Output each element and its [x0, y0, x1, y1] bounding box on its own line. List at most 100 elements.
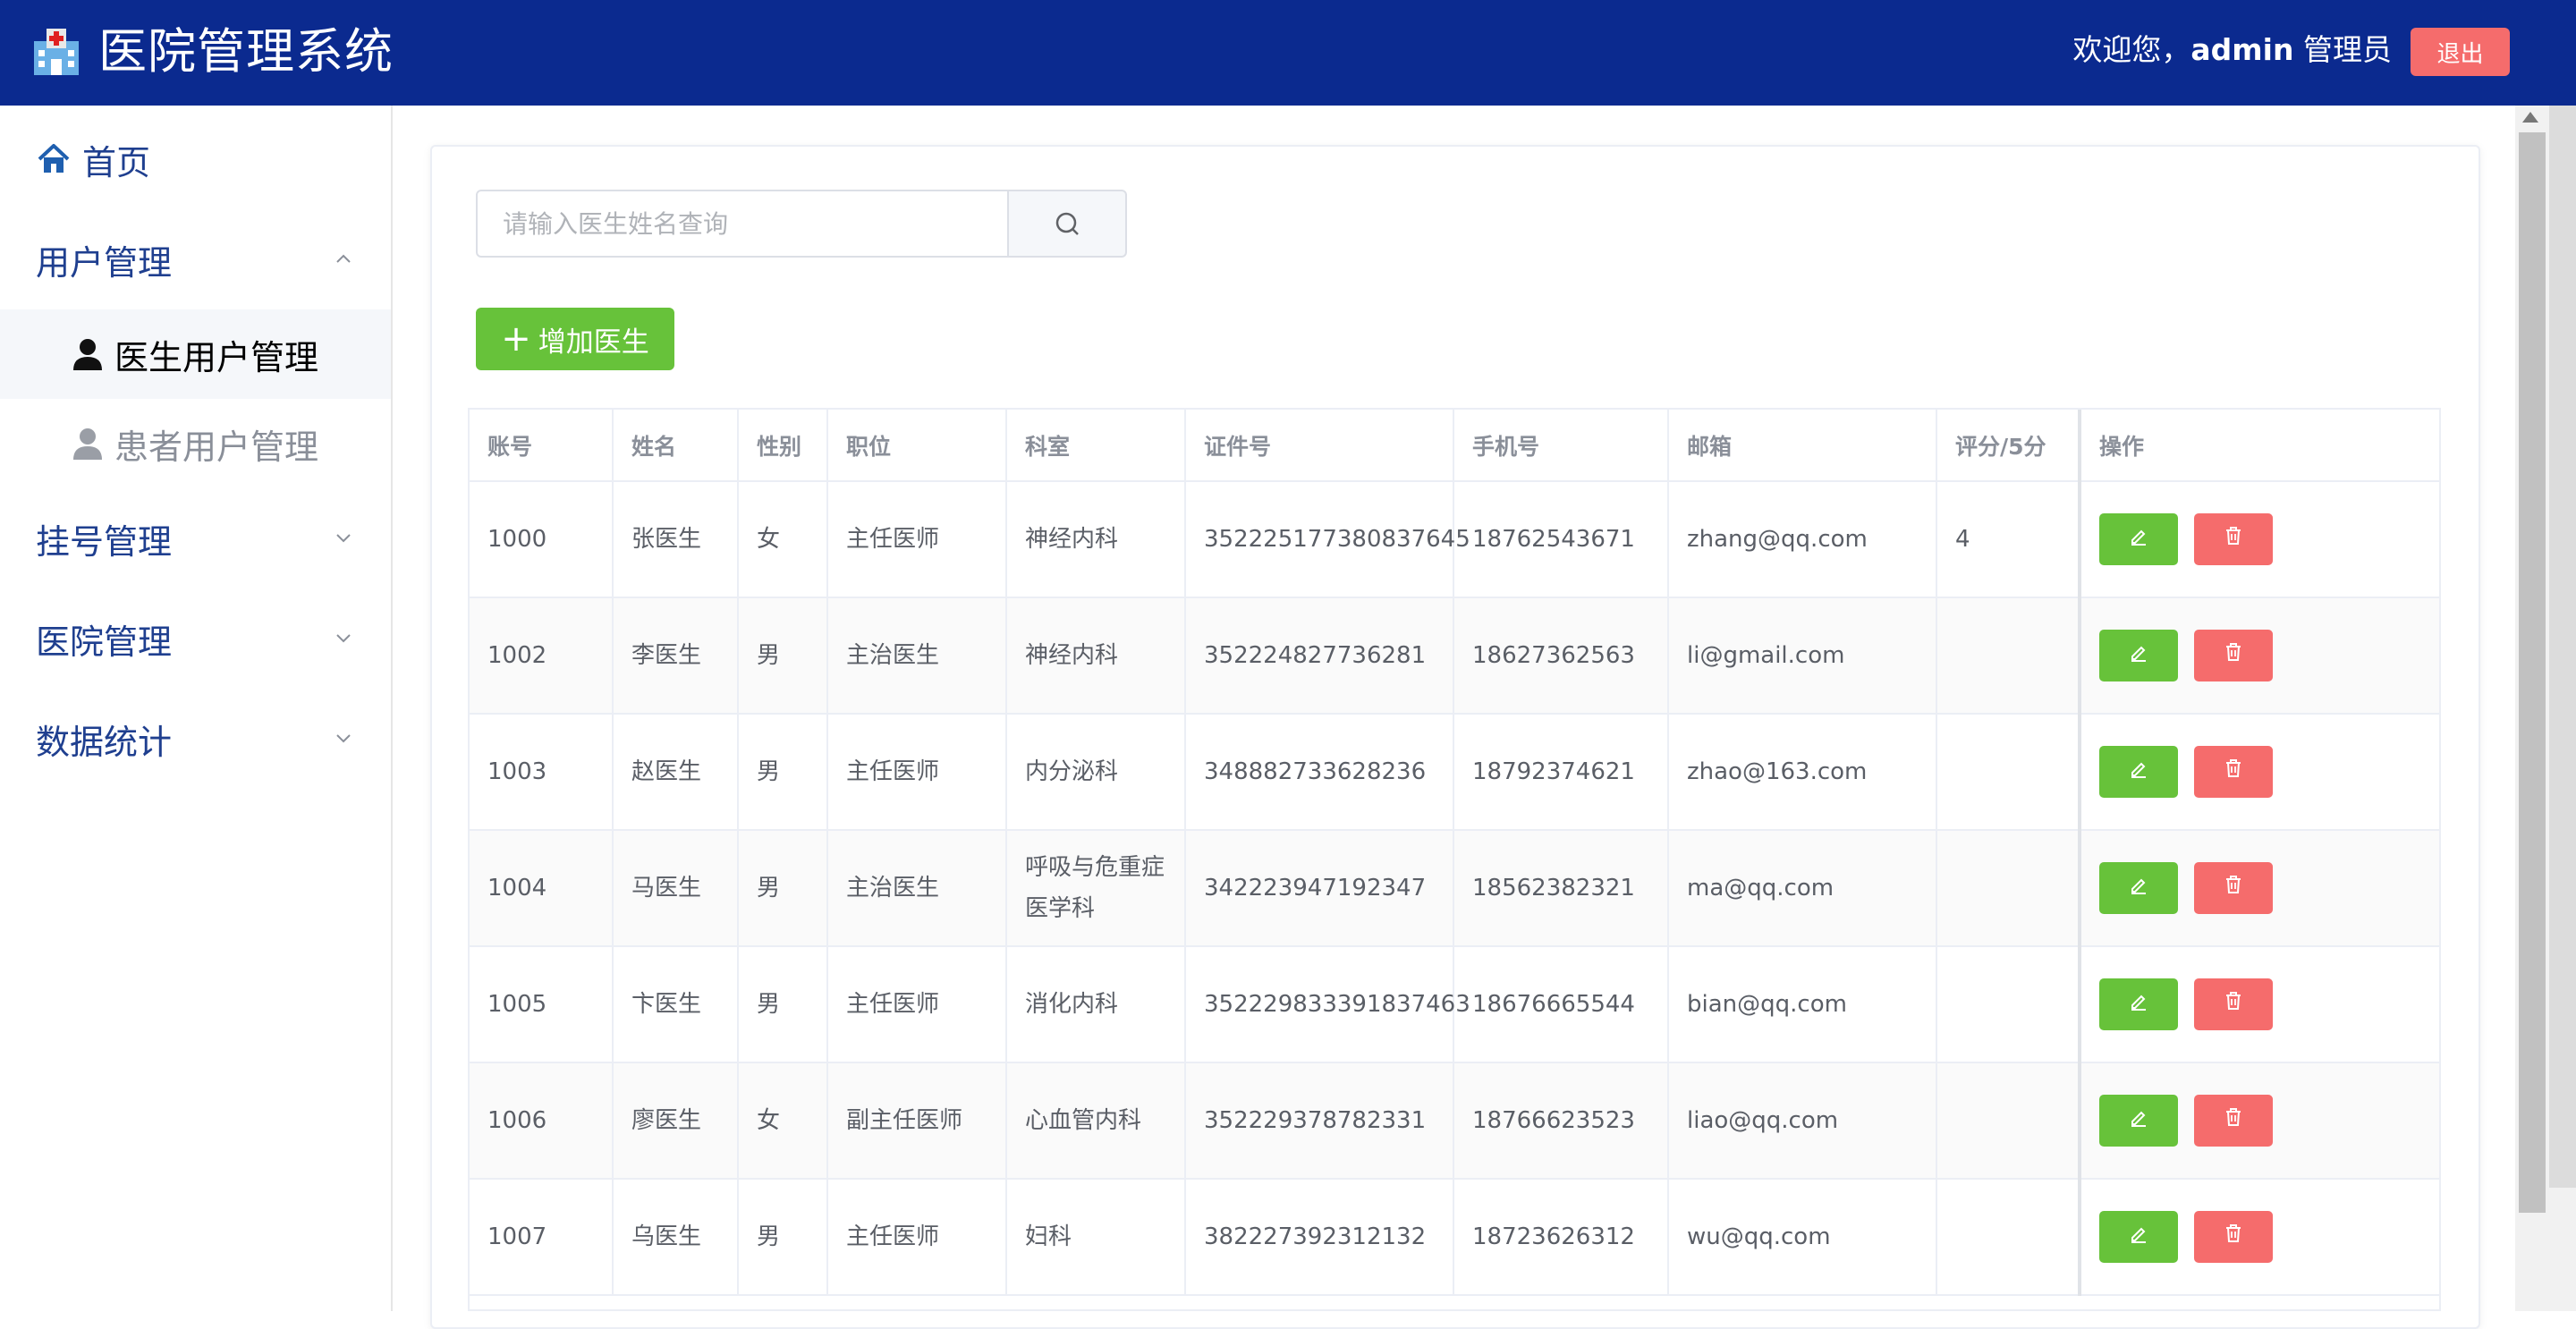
id-number-cell: 348882733628236 — [1185, 714, 1454, 831]
edit-icon — [2128, 868, 2149, 909]
edit-icon — [2128, 984, 2149, 1025]
delete-button[interactable] — [2194, 630, 2273, 681]
actions-cell — [2078, 830, 2439, 947]
edit-button[interactable] — [2099, 746, 2178, 798]
page-scrollbar-secondary[interactable] — [2549, 106, 2576, 1188]
sidebar-group-label: 数据统计 — [36, 722, 173, 762]
edit-button[interactable] — [2099, 1211, 2178, 1263]
table-row: 1000 张医生女主任医师 神经内科 352225177380837645 187625… — [470, 481, 2439, 598]
chevron-up-icon — [336, 254, 351, 263]
phone-cell: 18627362563 — [1453, 597, 1669, 715]
rating-cell — [1936, 1062, 2080, 1180]
trash-icon — [2224, 984, 2243, 1025]
gender-cell: 男 — [738, 597, 828, 715]
rating-cell — [1936, 597, 2080, 715]
phone-cell: 18723626312 — [1453, 1179, 1669, 1296]
table-row: 1002 李医生男主治医生 神经内科 352224827736281 186273625… — [470, 597, 2439, 715]
sidebar: 首页 用户管理 医生用户管理 患者用户管理 挂号管理 医院管理 数据统计 — [0, 106, 393, 1311]
column-header: 姓名 — [613, 410, 739, 482]
name-cell: 赵医生 — [613, 714, 739, 831]
actions-cell — [2078, 1062, 2439, 1180]
user-icon — [73, 339, 102, 370]
account-cell: 1007 — [470, 1179, 614, 1296]
trash-icon — [2224, 868, 2243, 909]
delete-button[interactable] — [2194, 513, 2273, 565]
search-input[interactable] — [476, 190, 1009, 258]
column-header: 手机号 — [1453, 410, 1669, 482]
add-doctor-label: 增加医生 — [538, 326, 649, 359]
id-number-cell: 352229833391837463 — [1185, 946, 1470, 1063]
delete-button[interactable] — [2194, 862, 2273, 914]
sidebar-item-label: 首页 — [82, 142, 151, 182]
page-scrollbar-thumb[interactable] — [2519, 132, 2546, 1213]
account-cell: 1004 — [470, 830, 614, 947]
user-role: 管理员 — [2303, 32, 2392, 67]
id-number-cell: 352224827736281 — [1185, 597, 1454, 715]
chevron-down-icon — [336, 634, 351, 643]
department-cell: 内分泌科 — [1006, 714, 1186, 831]
sidebar-item-label: 患者用户管理 — [114, 427, 319, 467]
sidebar-item-home[interactable]: 首页 — [0, 114, 391, 204]
app-title: 医院管理系统 — [98, 23, 394, 80]
column-header: 职位 — [827, 410, 1007, 482]
position-cell: 副主任医师 — [827, 1062, 1007, 1180]
add-doctor-button[interactable]: + 增加医生 — [476, 308, 674, 370]
sidebar-group-statistics[interactable]: 数据统计 — [0, 694, 391, 783]
edit-button[interactable] — [2099, 630, 2178, 681]
position-cell: 主治医生 — [827, 830, 1007, 947]
trash-icon — [2224, 519, 2243, 560]
sidebar-item-doctor-users[interactable]: 医生用户管理 — [0, 309, 391, 399]
position-cell: 主任医师 — [827, 1179, 1007, 1296]
column-header: 邮箱 — [1668, 410, 1937, 482]
position-cell: 主任医师 — [827, 481, 1007, 598]
phone-cell: 18766623523 — [1453, 1062, 1669, 1180]
name-cell: 乌医生 — [613, 1179, 739, 1296]
edit-button[interactable] — [2099, 1095, 2178, 1147]
column-header: 性别 — [738, 410, 828, 482]
gender-cell: 男 — [738, 830, 828, 947]
sidebar-group-registration[interactable]: 挂号管理 — [0, 494, 391, 583]
search-icon — [1055, 212, 1079, 235]
username: admin — [2190, 32, 2294, 67]
email-cell: zhang@qq.com — [1668, 481, 1937, 598]
trash-icon — [2224, 1216, 2243, 1257]
department-cell: 妇科 — [1006, 1179, 1186, 1296]
edit-button[interactable] — [2099, 978, 2178, 1030]
actions-cell — [2078, 481, 2439, 598]
account-cell: 1002 — [470, 597, 614, 715]
scroll-up-arrow-icon[interactable] — [2522, 112, 2538, 123]
edit-button[interactable] — [2099, 862, 2178, 914]
table-header-row: 账号 姓名 性别 职位 科室 证件号 手机号 邮箱 评分/5分 操作 — [470, 410, 2439, 482]
user-icon — [73, 428, 102, 460]
top-header: 医院管理系统 欢迎您，admin 管理员 退出 — [0, 0, 2576, 106]
name-cell: 马医生 — [613, 830, 739, 947]
hospital-icon — [34, 29, 79, 75]
edit-icon — [2128, 1216, 2149, 1257]
account-cell: 1000 — [470, 481, 614, 598]
sidebar-item-label: 医生用户管理 — [114, 337, 319, 377]
delete-button[interactable] — [2194, 978, 2273, 1030]
edit-icon — [2128, 751, 2149, 792]
name-cell: 廖医生 — [613, 1062, 739, 1180]
sidebar-group-label: 用户管理 — [36, 242, 173, 283]
phone-cell: 18762543671 — [1453, 481, 1669, 598]
sidebar-item-patient-users[interactable]: 患者用户管理 — [0, 399, 391, 488]
sidebar-group-hospital[interactable]: 医院管理 — [0, 594, 391, 683]
department-cell: 神经内科 — [1006, 481, 1186, 598]
edit-icon — [2128, 519, 2149, 560]
actions-cell — [2078, 597, 2439, 715]
logout-button[interactable]: 退出 — [2411, 28, 2510, 76]
search-button[interactable] — [1009, 190, 1127, 258]
email-cell: liao@qq.com — [1668, 1062, 1937, 1180]
column-header: 账号 — [470, 410, 614, 482]
phone-cell: 18562382321 — [1453, 830, 1669, 947]
edit-button[interactable] — [2099, 513, 2178, 565]
plus-icon: + — [501, 318, 531, 360]
id-number-cell: 382227392312132 — [1185, 1179, 1454, 1296]
delete-button[interactable] — [2194, 746, 2273, 798]
sidebar-group-user-management[interactable]: 用户管理 — [0, 215, 391, 304]
delete-button[interactable] — [2194, 1211, 2273, 1263]
sidebar-group-label: 挂号管理 — [36, 521, 173, 562]
delete-button[interactable] — [2194, 1095, 2273, 1147]
id-number-cell: 342223947192347 — [1185, 830, 1454, 947]
